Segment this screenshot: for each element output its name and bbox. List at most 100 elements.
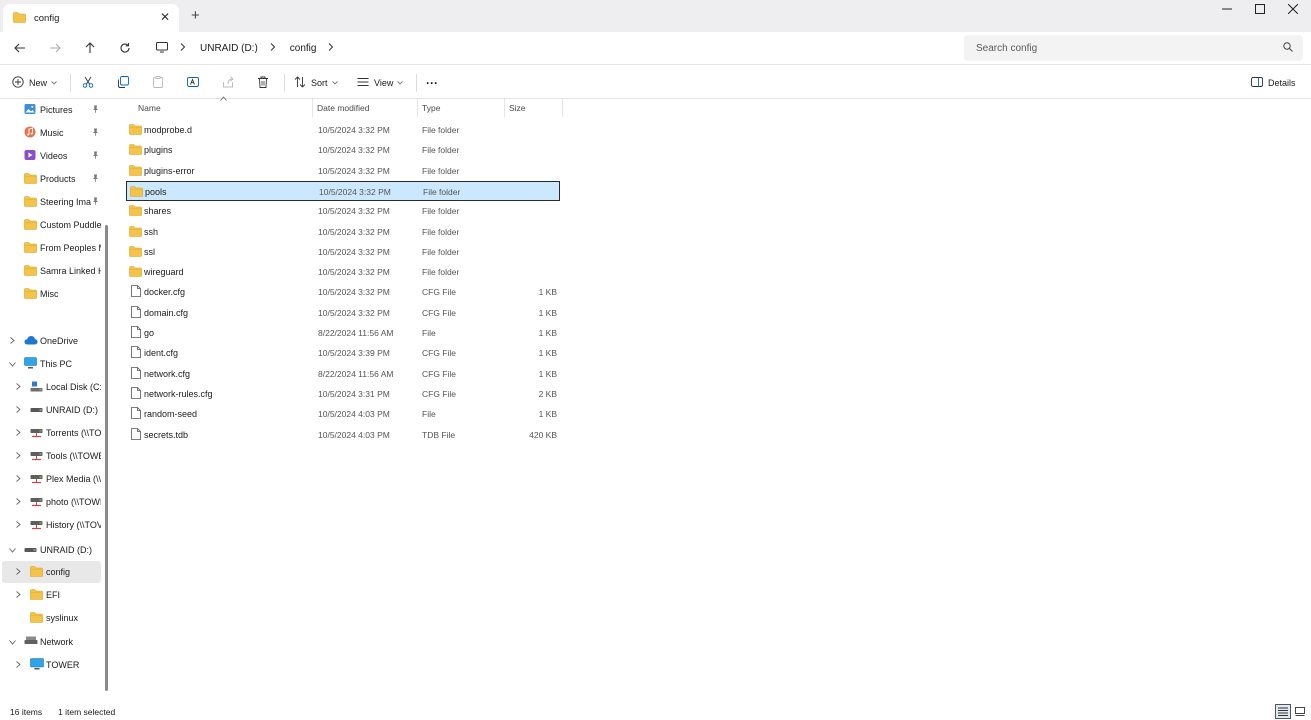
close-tab-icon[interactable]: ✕ bbox=[160, 11, 170, 23]
chevron-down-icon[interactable] bbox=[8, 360, 16, 369]
copy-button[interactable] bbox=[117, 74, 129, 92]
sidebar-item[interactable]: config bbox=[2, 561, 101, 583]
file-type: CFG File bbox=[422, 348, 456, 359]
file-row[interactable]: ident.cfg 10/5/2024 3:39 PM CFG File 1 KB bbox=[126, 343, 560, 363]
file-row[interactable]: secrets.tdb 10/5/2024 4:03 PM TDB File 420 … bbox=[126, 425, 560, 445]
back-button[interactable] bbox=[9, 38, 31, 58]
chevron-down-icon[interactable] bbox=[8, 638, 16, 647]
file-row[interactable]: plugins-error 10/5/2024 3:32 PM File folde… bbox=[126, 161, 560, 181]
chevron-right-icon[interactable] bbox=[8, 336, 16, 346]
delete-button[interactable] bbox=[257, 74, 269, 92]
chevron-right-icon[interactable] bbox=[14, 451, 22, 461]
this-pc-icon[interactable] bbox=[156, 41, 168, 55]
file-name: plugins-error bbox=[144, 165, 195, 176]
file-row[interactable]: domain.cfg 10/5/2024 3:32 PM CFG File 1 KB bbox=[126, 303, 560, 323]
address-bar[interactable]: UNRAID (D:) config bbox=[146, 35, 954, 61]
sidebar-item[interactable]: Custom Puddle bbox=[2, 214, 101, 236]
search-input[interactable] bbox=[976, 42, 1266, 54]
sidebar-item[interactable]: OneDrive bbox=[2, 330, 101, 352]
file-row[interactable]: network.cfg 8/22/2024 11:56 AM CFG File 1 K… bbox=[126, 364, 560, 384]
chevron-right-icon[interactable] bbox=[14, 660, 22, 670]
sidebar-scrollbar[interactable] bbox=[105, 225, 108, 691]
file-row[interactable]: ssl 10/5/2024 3:32 PM File folder bbox=[126, 242, 560, 262]
file-row[interactable]: network-rules.cfg 10/5/2024 3:31 PM CFG Fi… bbox=[126, 384, 560, 404]
sidebar-item[interactable]: EFI bbox=[2, 584, 101, 606]
file-row[interactable]: pools 10/5/2024 3:32 PM File folder bbox=[126, 180, 560, 201]
column-header-size[interactable]: Size bbox=[509, 103, 526, 113]
file-row[interactable]: modprobe.d 10/5/2024 3:32 PM File folder bbox=[126, 120, 560, 140]
new-button[interactable]: New bbox=[12, 74, 57, 92]
chevron-right-icon[interactable] bbox=[180, 43, 186, 53]
sidebar-item[interactable]: Music bbox=[2, 122, 101, 144]
chevron-right-icon[interactable] bbox=[328, 43, 334, 53]
chevron-right-icon[interactable] bbox=[14, 497, 22, 507]
file-row[interactable]: ssh 10/5/2024 3:32 PM File folder bbox=[126, 222, 560, 242]
cut-button[interactable] bbox=[82, 74, 94, 92]
tiles-view-button[interactable] bbox=[1292, 704, 1308, 719]
up-button[interactable] bbox=[79, 38, 101, 58]
chevron-right-icon[interactable] bbox=[14, 405, 22, 415]
new-tab-button[interactable]: + bbox=[191, 8, 200, 23]
column-divider[interactable] bbox=[562, 99, 563, 117]
rename-button[interactable] bbox=[187, 74, 199, 92]
sidebar-item[interactable]: Plex Media (\\ bbox=[2, 468, 101, 490]
sidebar-item[interactable]: Samra Linked H bbox=[2, 260, 101, 282]
sidebar-item[interactable]: Torrents (\\TOW bbox=[2, 422, 101, 444]
chevron-down-icon[interactable] bbox=[8, 546, 16, 555]
sidebar-item[interactable]: Steering Ima bbox=[2, 191, 101, 213]
chevron-right-icon[interactable] bbox=[14, 382, 22, 392]
sort-button[interactable]: Sort bbox=[294, 74, 338, 92]
toolbar-divider bbox=[284, 74, 285, 92]
sidebar-item[interactable]: From Peoples M bbox=[2, 237, 101, 259]
paste-button[interactable] bbox=[152, 74, 164, 92]
sidebar-item[interactable]: TOWER bbox=[2, 654, 101, 676]
file-date-modified: 10/5/2024 3:32 PM bbox=[318, 226, 390, 237]
share-button[interactable] bbox=[222, 74, 234, 92]
sidebar-item[interactable]: syslinux bbox=[2, 607, 101, 629]
chevron-right-icon[interactable] bbox=[14, 590, 22, 600]
sidebar-item[interactable]: History (\\TOV bbox=[2, 514, 101, 536]
file-row[interactable]: docker.cfg 10/5/2024 3:32 PM CFG File 1 KB bbox=[126, 282, 560, 302]
details-view-button[interactable] bbox=[1275, 704, 1291, 719]
view-button[interactable]: View bbox=[357, 74, 404, 92]
column-header-date[interactable]: Date modified bbox=[317, 103, 369, 113]
maximize-button[interactable] bbox=[1245, 3, 1275, 17]
column-header-name[interactable]: Name bbox=[138, 103, 161, 113]
refresh-button[interactable] bbox=[114, 38, 136, 58]
sidebar-item[interactable]: Tools (\\TOWE bbox=[2, 445, 101, 467]
file-row[interactable]: shares 10/5/2024 3:32 PM File folder bbox=[126, 201, 560, 221]
sidebar-item[interactable]: Local Disk (C:) bbox=[2, 376, 101, 398]
tab-config[interactable]: config ✕ bbox=[3, 4, 179, 32]
sidebar-item[interactable]: Misc bbox=[2, 283, 101, 305]
search-box[interactable] bbox=[964, 35, 1303, 61]
details-button[interactable]: Details bbox=[1251, 74, 1296, 92]
sidebar-item[interactable]: This PC bbox=[2, 353, 101, 375]
file-row[interactable]: random-seed 10/5/2024 4:03 PM File 1 KB bbox=[126, 404, 560, 424]
column-divider[interactable] bbox=[312, 99, 313, 117]
chevron-right-icon[interactable] bbox=[14, 567, 22, 577]
chevron-right-icon[interactable] bbox=[270, 43, 276, 53]
sidebar-item[interactable]: Network bbox=[2, 631, 101, 653]
breadcrumb-config[interactable]: config bbox=[290, 43, 317, 54]
forward-button[interactable] bbox=[44, 38, 66, 58]
chevron-right-icon[interactable] bbox=[14, 520, 22, 530]
file-row[interactable]: plugins 10/5/2024 3:32 PM File folder bbox=[126, 140, 560, 160]
sidebar-item[interactable]: Products bbox=[2, 168, 101, 190]
sidebar-item[interactable]: Pictures bbox=[2, 99, 101, 121]
sidebar-item[interactable]: UNRAID (D:) bbox=[2, 539, 101, 561]
column-divider[interactable] bbox=[504, 99, 505, 117]
sidebar-item[interactable]: Videos bbox=[2, 145, 101, 167]
file-name: random-seed bbox=[144, 409, 198, 420]
column-divider[interactable] bbox=[417, 99, 418, 117]
minimize-button[interactable] bbox=[1212, 3, 1242, 17]
sidebar-item[interactable]: photo (\\TOWI bbox=[2, 491, 101, 513]
sidebar-item[interactable]: UNRAID (D:) bbox=[2, 399, 101, 421]
chevron-right-icon[interactable] bbox=[14, 474, 22, 484]
file-row[interactable]: wireguard 10/5/2024 3:32 PM File folder bbox=[126, 262, 560, 282]
close-window-button[interactable] bbox=[1278, 3, 1308, 17]
file-row[interactable]: go 8/22/2024 11:56 AM File 1 KB bbox=[126, 323, 560, 343]
chevron-right-icon[interactable] bbox=[14, 428, 22, 438]
column-header-type[interactable]: Type bbox=[422, 103, 440, 113]
breadcrumb-unraid[interactable]: UNRAID (D:) bbox=[200, 43, 258, 54]
more-options-button[interactable]: ··· bbox=[426, 74, 438, 92]
